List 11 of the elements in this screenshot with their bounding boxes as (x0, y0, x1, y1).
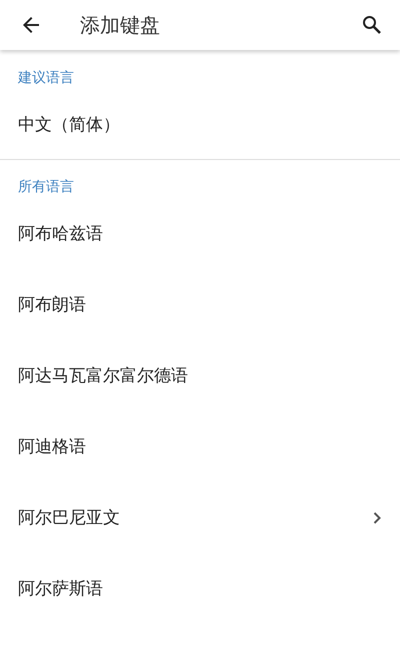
language-item[interactable]: 阿尔萨斯语 (0, 553, 400, 624)
section-header: 所有语言 (17, 178, 75, 197)
chevron-right-icon (373, 512, 381, 524)
language-item[interactable]: 阿达马瓦富尔富尔德语 (0, 340, 400, 411)
language-item[interactable]: 阿迪格语 (0, 411, 400, 482)
language-item[interactable]: 阿布朗语 (0, 269, 400, 340)
language-item[interactable]: 阿尔巴尼亚文 (0, 482, 400, 553)
language-item[interactable]: 阿布哈兹语 (0, 198, 400, 269)
section-header: 建议语言 (16, 69, 75, 88)
language-item[interactable]: 中文（简体） (0, 89, 400, 159)
app-bar-title: 添加键盘 (80, 12, 161, 38)
